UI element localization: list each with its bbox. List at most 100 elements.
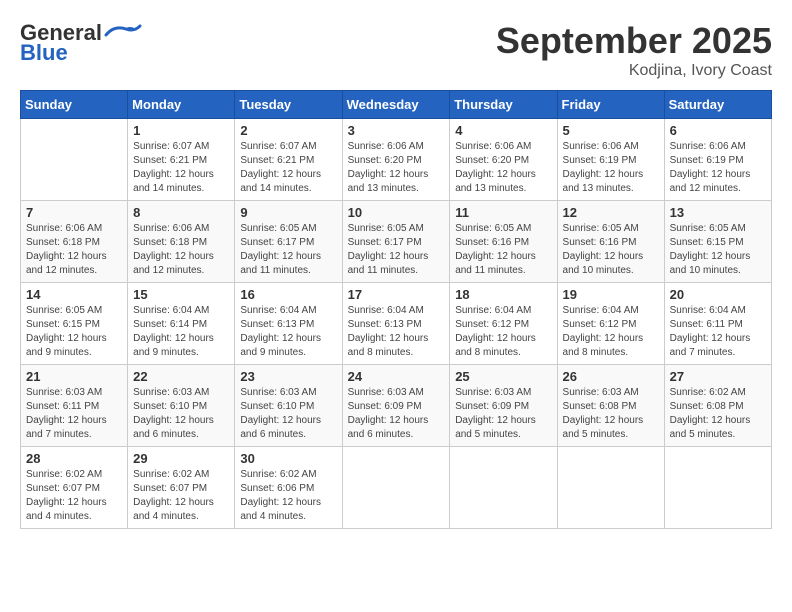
day-number: 3 [348,123,445,138]
day-number: 5 [563,123,659,138]
day-number: 24 [348,369,445,384]
day-number: 27 [670,369,766,384]
day-number: 12 [563,205,659,220]
calendar-cell: 21 Sunrise: 6:03 AM Sunset: 6:11 PM Dayli… [21,365,128,447]
day-info: Sunrise: 6:03 AM Sunset: 6:09 PM Dayligh… [455,386,551,442]
day-info: Sunrise: 6:05 AM Sunset: 6:15 PM Dayligh… [26,304,122,360]
calendar-cell: 20 Sunrise: 6:04 AM Sunset: 6:11 PM Dayli… [664,283,771,365]
calendar-cell: 14 Sunrise: 6:05 AM Sunset: 6:15 PM Dayli… [21,283,128,365]
weekday-header: Thursday [450,91,557,119]
day-number: 13 [670,205,766,220]
day-number: 16 [240,287,336,302]
day-info: Sunrise: 6:04 AM Sunset: 6:14 PM Dayligh… [133,304,229,360]
calendar-cell [21,119,128,201]
day-info: Sunrise: 6:03 AM Sunset: 6:10 PM Dayligh… [240,386,336,442]
calendar-cell: 30 Sunrise: 6:02 AM Sunset: 6:06 PM Dayli… [235,447,342,529]
day-number: 25 [455,369,551,384]
day-info: Sunrise: 6:05 AM Sunset: 6:15 PM Dayligh… [670,222,766,278]
calendar-week-row: 14 Sunrise: 6:05 AM Sunset: 6:15 PM Dayli… [21,283,772,365]
day-info: Sunrise: 6:03 AM Sunset: 6:11 PM Dayligh… [26,386,122,442]
day-number: 7 [26,205,122,220]
calendar-week-row: 7 Sunrise: 6:06 AM Sunset: 6:18 PM Daylig… [21,201,772,283]
calendar-cell [450,447,557,529]
day-number: 17 [348,287,445,302]
calendar-cell: 6 Sunrise: 6:06 AM Sunset: 6:19 PM Daylig… [664,119,771,201]
weekday-header: Saturday [664,91,771,119]
day-number: 20 [670,287,766,302]
weekday-header: Friday [557,91,664,119]
calendar-cell: 7Sunrise: 6:06 AM Sunset: 6:18 PM Daylig… [21,201,128,283]
calendar-cell: 19 Sunrise: 6:04 AM Sunset: 6:12 PM Dayli… [557,283,664,365]
day-info: Sunrise: 6:06 AM Sunset: 6:18 PM Dayligh… [133,222,229,278]
day-number: 2 [240,123,336,138]
weekday-header: Tuesday [235,91,342,119]
weekday-header: Wednesday [342,91,450,119]
calendar-cell: 15Sunrise: 6:04 AM Sunset: 6:14 PM Dayli… [128,283,235,365]
calendar-cell: 13 Sunrise: 6:05 AM Sunset: 6:15 PM Dayli… [664,201,771,283]
calendar-cell: 27 Sunrise: 6:02 AM Sunset: 6:08 PM Dayli… [664,365,771,447]
calendar-cell: 2 Sunrise: 6:07 AM Sunset: 6:21 PM Daylig… [235,119,342,201]
logo-bird-icon [104,23,142,39]
calendar-table: SundayMondayTuesdayWednesdayThursdayFrid… [20,90,772,529]
calendar-cell: 16 Sunrise: 6:04 AM Sunset: 6:13 PM Dayli… [235,283,342,365]
calendar-cell: 3 Sunrise: 6:06 AM Sunset: 6:20 PM Daylig… [342,119,450,201]
day-number: 19 [563,287,659,302]
calendar-week-row: 28 Sunrise: 6:02 AM Sunset: 6:07 PM Dayli… [21,447,772,529]
day-info: Sunrise: 6:07 AM Sunset: 6:21 PM Dayligh… [133,140,229,196]
calendar-cell: 26Sunrise: 6:03 AM Sunset: 6:08 PM Dayli… [557,365,664,447]
calendar-cell: 22 Sunrise: 6:03 AM Sunset: 6:10 PM Dayli… [128,365,235,447]
day-info: Sunrise: 6:05 AM Sunset: 6:16 PM Dayligh… [563,222,659,278]
calendar-cell: 1 Sunrise: 6:07 AM Sunset: 6:21 PM Daylig… [128,119,235,201]
day-info: Sunrise: 6:03 AM Sunset: 6:08 PM Dayligh… [563,386,659,442]
day-info: Sunrise: 6:03 AM Sunset: 6:10 PM Dayligh… [133,386,229,442]
title-area: September 2025 Kodjina, Ivory Coast [496,20,772,80]
calendar-cell: 18Sunrise: 6:04 AM Sunset: 6:12 PM Dayli… [450,283,557,365]
calendar-cell: 28Sunrise: 6:02 AM Sunset: 6:07 PM Dayli… [21,447,128,529]
day-number: 8 [133,205,229,220]
day-number: 23 [240,369,336,384]
day-number: 10 [348,205,445,220]
day-info: Sunrise: 6:07 AM Sunset: 6:21 PM Dayligh… [240,140,336,196]
day-info: Sunrise: 6:06 AM Sunset: 6:20 PM Dayligh… [348,140,445,196]
day-number: 14 [26,287,122,302]
calendar-cell: 11 Sunrise: 6:05 AM Sunset: 6:16 PM Dayli… [450,201,557,283]
calendar-cell: 5 Sunrise: 6:06 AM Sunset: 6:19 PM Daylig… [557,119,664,201]
day-info: Sunrise: 6:04 AM Sunset: 6:13 PM Dayligh… [240,304,336,360]
calendar-week-row: 21 Sunrise: 6:03 AM Sunset: 6:11 PM Dayli… [21,365,772,447]
month-title: September 2025 [496,20,772,62]
day-info: Sunrise: 6:06 AM Sunset: 6:20 PM Dayligh… [455,140,551,196]
calendar-cell: 29 Sunrise: 6:02 AM Sunset: 6:07 PM Dayli… [128,447,235,529]
day-number: 6 [670,123,766,138]
calendar-cell: 23 Sunrise: 6:03 AM Sunset: 6:10 PM Dayli… [235,365,342,447]
weekday-header: Sunday [21,91,128,119]
day-info: Sunrise: 6:06 AM Sunset: 6:19 PM Dayligh… [563,140,659,196]
day-info: Sunrise: 6:04 AM Sunset: 6:13 PM Dayligh… [348,304,445,360]
day-info: Sunrise: 6:05 AM Sunset: 6:16 PM Dayligh… [455,222,551,278]
day-number: 21 [26,369,122,384]
day-info: Sunrise: 6:06 AM Sunset: 6:19 PM Dayligh… [670,140,766,196]
calendar-cell: 12 Sunrise: 6:05 AM Sunset: 6:16 PM Dayli… [557,201,664,283]
day-info: Sunrise: 6:04 AM Sunset: 6:12 PM Dayligh… [563,304,659,360]
day-number: 30 [240,451,336,466]
calendar-cell: 25 Sunrise: 6:03 AM Sunset: 6:09 PM Dayli… [450,365,557,447]
day-number: 29 [133,451,229,466]
day-number: 4 [455,123,551,138]
day-info: Sunrise: 6:04 AM Sunset: 6:11 PM Dayligh… [670,304,766,360]
calendar-cell: 8 Sunrise: 6:06 AM Sunset: 6:18 PM Daylig… [128,201,235,283]
day-number: 1 [133,123,229,138]
day-number: 28 [26,451,122,466]
calendar-cell: 24 Sunrise: 6:03 AM Sunset: 6:09 PM Dayli… [342,365,450,447]
day-info: Sunrise: 6:02 AM Sunset: 6:08 PM Dayligh… [670,386,766,442]
day-info: Sunrise: 6:03 AM Sunset: 6:09 PM Dayligh… [348,386,445,442]
day-info: Sunrise: 6:05 AM Sunset: 6:17 PM Dayligh… [348,222,445,278]
weekday-header: Monday [128,91,235,119]
day-info: Sunrise: 6:02 AM Sunset: 6:07 PM Dayligh… [133,468,229,524]
day-number: 11 [455,205,551,220]
calendar-cell: 10 Sunrise: 6:05 AM Sunset: 6:17 PM Dayli… [342,201,450,283]
calendar-cell: 17 Sunrise: 6:04 AM Sunset: 6:13 PM Dayli… [342,283,450,365]
calendar-cell [342,447,450,529]
day-number: 22 [133,369,229,384]
day-number: 9 [240,205,336,220]
day-info: Sunrise: 6:02 AM Sunset: 6:06 PM Dayligh… [240,468,336,524]
calendar-header-row: SundayMondayTuesdayWednesdayThursdayFrid… [21,91,772,119]
